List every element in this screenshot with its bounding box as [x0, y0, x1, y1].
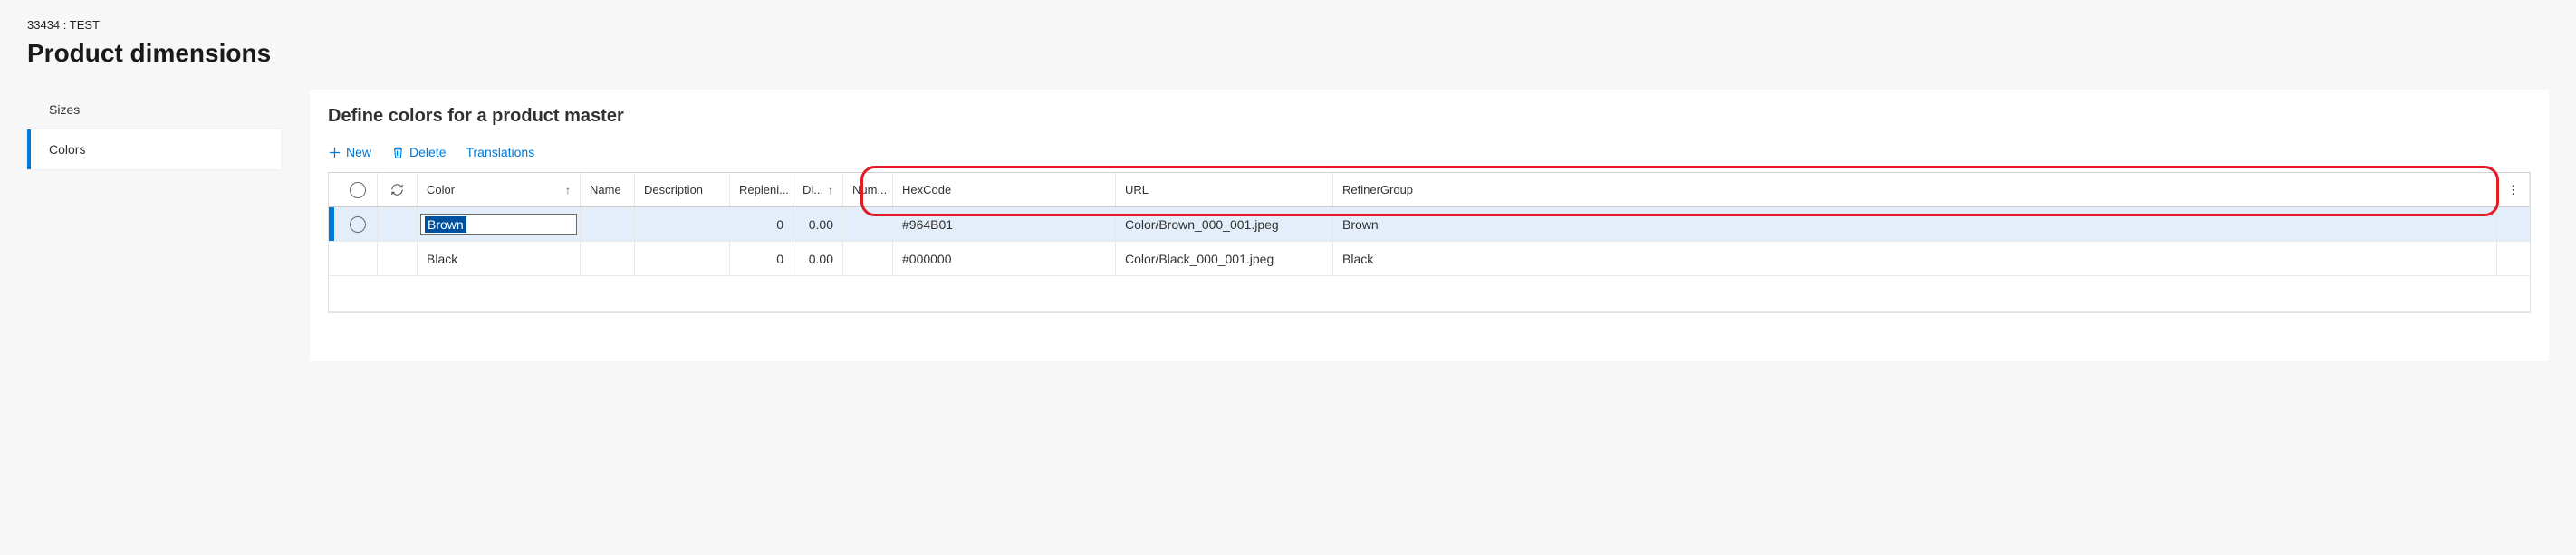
more-icon: ⋮ — [2507, 183, 2519, 197]
toolbar: New Delete Translations — [328, 145, 2531, 159]
refresh-icon — [390, 183, 404, 196]
cell-more — [2497, 242, 2530, 275]
col-header-num[interactable]: Num... — [843, 173, 893, 206]
refresh-header[interactable] — [378, 173, 418, 206]
data-grid: Color ↑ Name Description Repleni... Di..… — [328, 172, 2531, 313]
cell-num[interactable] — [843, 207, 893, 241]
cell-replen[interactable]: 0 — [730, 207, 793, 241]
header-label: Di... — [803, 183, 823, 196]
tab-sizes[interactable]: Sizes — [27, 90, 281, 129]
col-header-name[interactable]: Name — [581, 173, 635, 206]
new-label: New — [346, 145, 371, 159]
col-header-description[interactable]: Description — [635, 173, 730, 206]
table-row[interactable]: Brown 0 0.00 #964B01 Color/Brown_000_001… — [329, 207, 2530, 242]
main-panel: Define colors for a product master New D… — [310, 90, 2549, 361]
header-label: Name — [590, 183, 621, 196]
delete-button[interactable]: Delete — [391, 145, 446, 159]
row-spacer — [378, 242, 418, 275]
sort-asc-icon: ↑ — [565, 184, 571, 196]
header-label: Num... — [852, 183, 887, 196]
empty-row — [329, 276, 2530, 312]
grid-header-row: Color ↑ Name Description Repleni... Di..… — [329, 173, 2530, 207]
circle-icon — [350, 182, 366, 198]
header-label: Repleni... — [739, 183, 789, 196]
cell-replen[interactable]: 0 — [730, 242, 793, 275]
breadcrumb: 33434 : TEST — [27, 18, 2549, 32]
col-header-refiner[interactable]: RefinerGroup — [1333, 173, 2497, 206]
cell-description[interactable] — [635, 207, 730, 241]
row-select[interactable] — [338, 242, 378, 275]
sort-asc-icon: ↑ — [828, 184, 833, 196]
col-header-hex[interactable]: HexCode — [893, 173, 1116, 206]
sidebar: Sizes Colors — [27, 90, 281, 361]
cell-num[interactable] — [843, 242, 893, 275]
plus-icon — [328, 146, 341, 159]
row-marker — [329, 242, 338, 275]
col-header-url[interactable]: URL — [1116, 173, 1333, 206]
header-label: HexCode — [902, 183, 951, 196]
cell-di[interactable]: 0.00 — [793, 242, 843, 275]
select-all-header[interactable] — [338, 173, 378, 206]
row-select[interactable] — [338, 207, 378, 241]
col-header-di[interactable]: Di... ↑ — [793, 173, 843, 206]
tab-colors[interactable]: Colors — [27, 129, 281, 169]
cell-url[interactable]: Color/Black_000_001.jpeg — [1116, 242, 1333, 275]
tab-label: Colors — [49, 142, 85, 157]
row-spacer — [378, 207, 418, 241]
cell-more — [2497, 207, 2530, 241]
cell-color[interactable]: Brown — [418, 207, 581, 241]
cell-description[interactable] — [635, 242, 730, 275]
header-label: Description — [644, 183, 703, 196]
translations-button[interactable]: Translations — [466, 145, 534, 159]
marker-header — [329, 173, 338, 206]
cell-di[interactable]: 0.00 — [793, 207, 843, 241]
cell-color[interactable]: Black — [418, 242, 581, 275]
page-title: Product dimensions — [27, 39, 2549, 68]
cell-url[interactable]: Color/Brown_000_001.jpeg — [1116, 207, 1333, 241]
col-header-replen[interactable]: Repleni... — [730, 173, 793, 206]
cell-hex[interactable]: #000000 — [893, 242, 1116, 275]
cell-name[interactable] — [581, 242, 635, 275]
col-header-color[interactable]: Color ↑ — [418, 173, 581, 206]
tab-label: Sizes — [49, 102, 80, 117]
header-label: Color — [427, 183, 455, 196]
cell-refiner[interactable]: Brown — [1333, 207, 2497, 241]
trash-icon — [391, 146, 405, 159]
col-header-more[interactable]: ⋮ — [2497, 173, 2530, 206]
cell-value: Brown — [425, 216, 466, 233]
edit-wrap: Brown — [420, 214, 577, 235]
table-row[interactable]: Black 0 0.00 #000000 Color/Black_000_001… — [329, 242, 2530, 276]
header-label: RefinerGroup — [1342, 183, 1413, 196]
row-marker — [329, 207, 338, 241]
new-button[interactable]: New — [328, 145, 371, 159]
translations-label: Translations — [466, 145, 534, 159]
cell-refiner[interactable]: Black — [1333, 242, 2497, 275]
circle-icon — [350, 216, 366, 233]
section-title: Define colors for a product master — [328, 106, 2531, 127]
cell-name[interactable] — [581, 207, 635, 241]
cell-hex[interactable]: #964B01 — [893, 207, 1116, 241]
header-label: URL — [1125, 183, 1149, 196]
delete-label: Delete — [409, 145, 446, 159]
